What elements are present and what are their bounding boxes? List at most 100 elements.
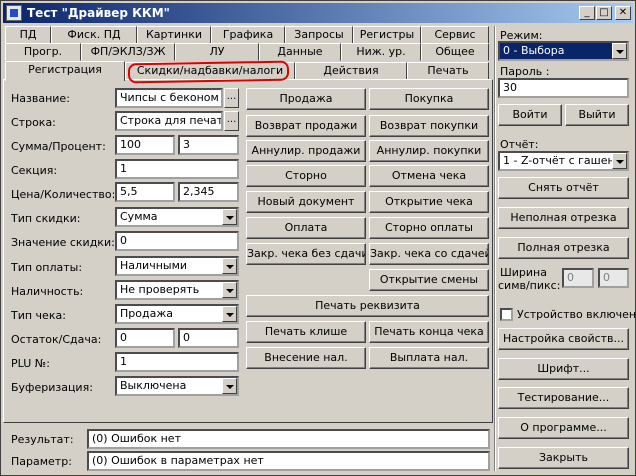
discount-type-select[interactable]: Сумма (115, 207, 239, 227)
line-field[interactable]: Строка для печати (115, 111, 223, 131)
price-field[interactable]: 5,5 (115, 182, 175, 202)
return-sale-button[interactable]: Возврат продажи (246, 115, 366, 137)
print-header-button[interactable]: Печать клише (246, 321, 366, 343)
tab-registration[interactable]: Регистрация (5, 61, 125, 81)
param-field: (0) Ошибок в параметрах нет (87, 451, 490, 471)
tab-service[interactable]: Сервис (421, 26, 489, 44)
width-chars-field[interactable]: 0 (562, 268, 594, 288)
close-no-change-button[interactable]: Закр. чека без сдачи (246, 243, 366, 265)
testing-button[interactable]: Тестирование... (498, 387, 629, 409)
tab-registers[interactable]: Регистры (353, 26, 421, 44)
line-label: Строка: (11, 116, 56, 129)
minimize-icon: _ (584, 7, 590, 18)
buffer-select[interactable]: Выключена (115, 376, 239, 396)
maximize-button[interactable]: □ (596, 6, 612, 20)
tab-general[interactable]: Общее (421, 43, 489, 61)
annul-sale-button[interactable]: Аннулир. продажи (246, 140, 366, 162)
balance-field[interactable]: 0 (115, 328, 175, 348)
section-field[interactable]: 1 (115, 159, 239, 179)
chevron-down-icon[interactable] (222, 258, 237, 274)
discount-type-value: Сумма (120, 210, 158, 223)
quantity-field[interactable]: 2,345 (178, 182, 239, 202)
purchase-button[interactable]: Покупка (369, 88, 489, 110)
return-purchase-button[interactable]: Возврат покупки (369, 115, 489, 137)
tab-pictures[interactable]: Картинки (137, 26, 211, 44)
print-requisite-button[interactable]: Печать реквизита (246, 295, 489, 317)
tab-graphics[interactable]: Графика (211, 26, 285, 44)
percent-field[interactable]: 3 (178, 135, 239, 155)
tab-progr[interactable]: Прогр. (5, 43, 81, 61)
name-label: Название: (11, 92, 70, 105)
divider (494, 26, 496, 471)
deposit-button[interactable]: Внесение нал. (246, 347, 366, 369)
tab-discounts[interactable]: Скидки/надбавки/налоги (125, 62, 295, 80)
name-browse-button[interactable]: ... (224, 88, 239, 108)
annul-purchase-button[interactable]: Аннулир. покупки (369, 140, 489, 162)
device-enabled-label: Устройство включено (517, 308, 636, 321)
check-type-select[interactable]: Продажа (115, 304, 239, 324)
check-type-label: Тип чека: (11, 309, 66, 322)
tab-print[interactable]: Печать (407, 62, 489, 80)
sum-field[interactable]: 100 (115, 135, 175, 155)
tab-low-level[interactable]: Ниж. ур. (341, 43, 421, 61)
open-shift-button[interactable]: Открытие смены (369, 269, 489, 291)
password-field[interactable]: 30 (498, 78, 629, 98)
chevron-down-icon[interactable] (222, 378, 237, 394)
discount-value-field[interactable]: 0 (115, 231, 239, 251)
tab-actions[interactable]: Действия (295, 62, 407, 80)
name-field[interactable]: Чипсы с беконом L (115, 88, 223, 108)
print-footer-button[interactable]: Печать конца чека (369, 321, 489, 343)
report-label: Отчёт: (500, 138, 539, 151)
chevron-down-icon[interactable] (222, 306, 237, 322)
cash-select[interactable]: Не проверять (115, 280, 239, 300)
title-bar[interactable]: Тест "Драйвер ККМ" _ □ ✕ (3, 3, 633, 23)
tab-queries[interactable]: Запросы (285, 26, 353, 44)
sale-button[interactable]: Продажа (246, 88, 366, 110)
device-enabled-checkbox[interactable] (500, 308, 513, 321)
report-value: 1 - Z-отчёт с гашением (503, 154, 629, 167)
close-with-change-button[interactable]: Закр. чека со сдачей (369, 243, 489, 265)
line-browse-button[interactable]: ... (224, 111, 239, 131)
discount-value-label: Значение скидки: (11, 236, 115, 249)
new-document-button[interactable]: Новый документ (246, 191, 366, 213)
tab-lu[interactable]: ЛУ (175, 43, 259, 61)
login-button[interactable]: Войти (498, 104, 562, 126)
maximize-icon: □ (599, 7, 609, 18)
tab-fp-eklz[interactable]: ФП/ЭКЛЗ/ЗЖ (81, 43, 175, 61)
chevron-down-icon[interactable] (612, 153, 627, 169)
tab-data[interactable]: Данные (259, 43, 341, 61)
width-pixels-field[interactable]: 0 (598, 268, 629, 288)
report-select[interactable]: 1 - Z-отчёт с гашением (498, 151, 629, 171)
cancel-check-button[interactable]: Отмена чека (369, 165, 489, 187)
mode-value: 0 - Выбора (503, 44, 565, 57)
payment-button[interactable]: Оплата (246, 217, 366, 239)
storno-payment-button[interactable]: Сторно оплаты (369, 217, 489, 239)
payout-button[interactable]: Выплата нал. (369, 347, 489, 369)
partial-cut-button[interactable]: Неполная отрезка (498, 207, 629, 229)
plu-field[interactable]: 1 (115, 352, 239, 372)
mode-select[interactable]: 0 - Выбора (498, 41, 629, 61)
close-window-button[interactable]: ✕ (615, 6, 631, 20)
payment-type-select[interactable]: Наличными (115, 256, 239, 276)
font-button[interactable]: Шрифт... (498, 358, 629, 380)
device-settings-button[interactable]: Настройка свойств... (498, 328, 629, 350)
tab-fiscal-pd[interactable]: Фиск. ПД (51, 26, 137, 44)
close-button[interactable]: Закрыть (498, 447, 629, 469)
chevron-down-icon[interactable] (222, 209, 237, 225)
change-field[interactable]: 0 (178, 328, 239, 348)
storno-button[interactable]: Сторно (246, 165, 366, 187)
logout-button[interactable]: Выйти (565, 104, 629, 126)
buffer-label: Буферизация: (11, 381, 93, 394)
open-check-button[interactable]: Открытие чека (369, 191, 489, 213)
close-icon: ✕ (618, 7, 628, 18)
full-cut-button[interactable]: Полная отрезка (498, 237, 629, 259)
take-report-button[interactable]: Снять отчёт (498, 177, 629, 199)
discount-type-label: Тип скидки: (11, 212, 81, 225)
minimize-button[interactable]: _ (579, 6, 595, 20)
about-button[interactable]: О программе... (498, 417, 629, 439)
check-type-value: Продажа (120, 307, 173, 320)
app-icon (6, 5, 22, 21)
chevron-down-icon[interactable] (612, 43, 627, 59)
chevron-down-icon[interactable] (222, 282, 237, 298)
tab-pd[interactable]: ПД (5, 26, 51, 44)
